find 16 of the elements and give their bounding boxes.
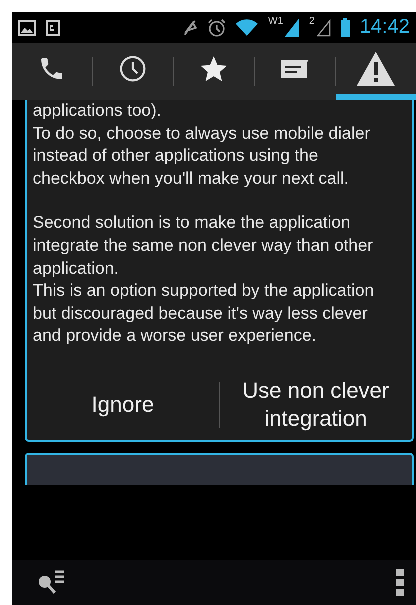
dialog-button[interactable]: Use non clever integration xyxy=(220,370,412,440)
dialog-button[interactable]: Ignore xyxy=(27,370,219,440)
network-label: W1 xyxy=(268,16,284,27)
clock-time: 14:42 xyxy=(360,16,410,39)
clock-icon xyxy=(119,54,147,82)
message-text: Second solution is to make the application integrate the same non clever way than other application. This is an option supported by the application but discouraged because it's way less clever and provide a worse user experience. xyxy=(33,212,376,348)
signal-icon xyxy=(316,18,331,36)
message-text: applications too). To do so, choose to always use mobile dialer instead of other applications using the checkbox when you'll make your next call. xyxy=(33,100,372,190)
overflow-menu-icon[interactable] xyxy=(396,568,404,596)
alarm-icon xyxy=(208,18,226,36)
wifi-icon xyxy=(236,19,258,36)
signal-icon xyxy=(285,18,300,36)
sim-label: 2 xyxy=(309,16,315,27)
picture-icon xyxy=(18,20,36,36)
battery-icon xyxy=(340,18,350,37)
warning-icon xyxy=(356,50,396,86)
